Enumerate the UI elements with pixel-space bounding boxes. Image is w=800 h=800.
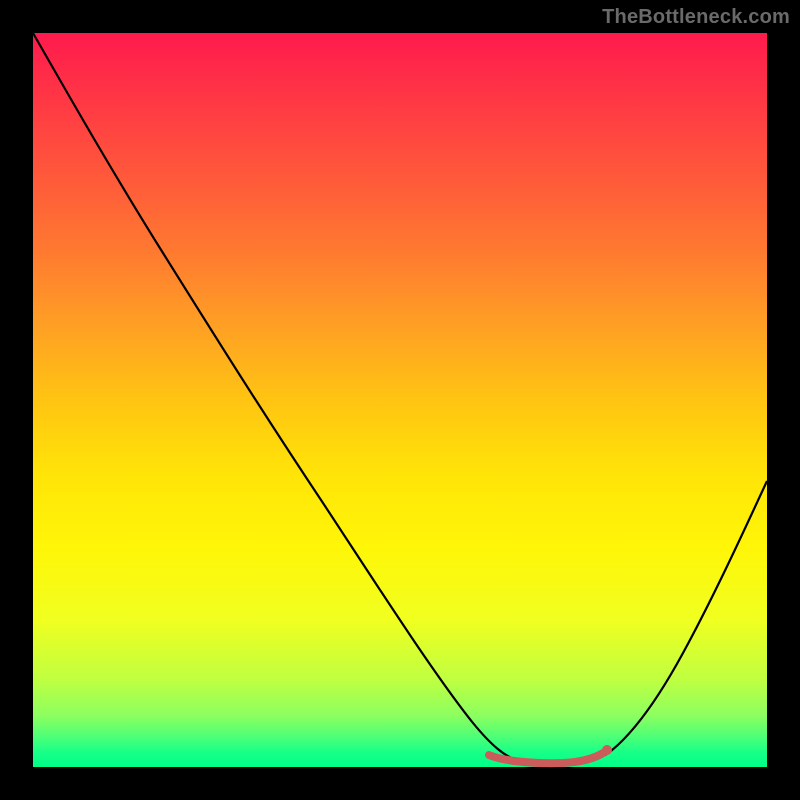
curve-layer xyxy=(33,33,767,767)
watermark-text: TheBottleneck.com xyxy=(602,6,790,29)
plot-area xyxy=(33,33,767,767)
bottleneck-curve xyxy=(33,33,767,764)
optimal-range-end-dot xyxy=(602,745,612,755)
chart-frame: TheBottleneck.com xyxy=(0,0,800,800)
